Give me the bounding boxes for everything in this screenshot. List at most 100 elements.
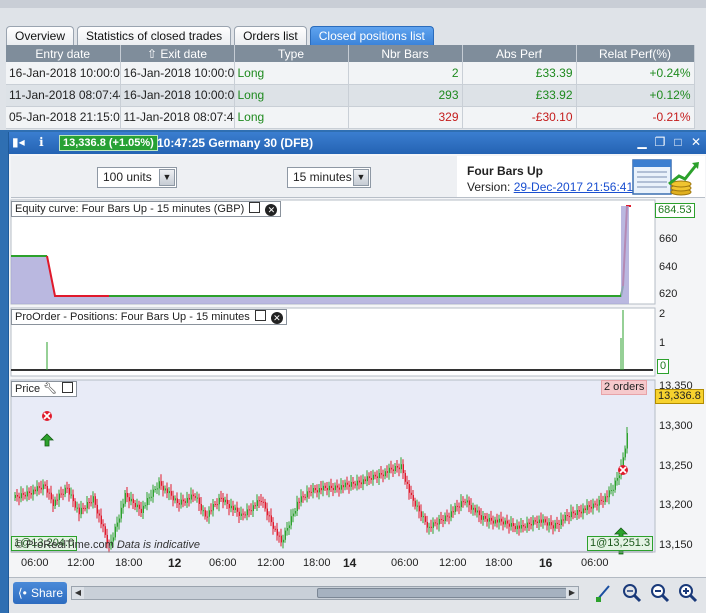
watermark: © ProRealTime.com Data is indicative	[15, 539, 200, 551]
scroll-right-icon[interactable]: ▶	[566, 587, 578, 599]
col-entry-date[interactable]: Entry date	[6, 45, 121, 62]
candle-body	[54, 499, 56, 506]
candle-body	[602, 500, 604, 502]
zoom-fit-icon[interactable]	[621, 582, 643, 604]
candle-body	[434, 522, 436, 524]
candle-body	[76, 507, 78, 509]
draw-tool-icon[interactable]	[593, 582, 615, 604]
equity-tick: 660	[659, 233, 678, 245]
close-panel-icon[interactable]: ✕	[270, 312, 283, 324]
candle-body	[22, 493, 24, 495]
scroll-thumb[interactable]	[317, 588, 567, 598]
candle-body	[160, 481, 162, 486]
candle-body	[152, 489, 154, 497]
candle-body	[438, 518, 440, 525]
col-exit-date[interactable]: ⇧ Exit date	[120, 45, 235, 62]
candle-body	[442, 520, 444, 522]
candle-body	[166, 488, 168, 494]
candle-body	[568, 516, 570, 518]
candle-body	[248, 509, 250, 511]
candle-body	[218, 497, 220, 505]
candle-body	[122, 503, 124, 508]
wrench-icon[interactable]: 🔧︎	[43, 383, 57, 395]
candle-body	[136, 504, 138, 508]
equity-tick: 620	[659, 288, 678, 300]
window-icon[interactable]	[249, 202, 261, 213]
chevron-down-icon: ▼	[353, 169, 369, 186]
close-icon[interactable]: ✕	[689, 135, 703, 149]
version-link[interactable]: 29-Dec-2017 21:56:41	[514, 180, 633, 194]
candle-body	[56, 499, 58, 501]
candle-body	[270, 515, 272, 523]
orders-tag[interactable]: 2 orders	[601, 380, 648, 395]
cell-abs-perf: -£30.10	[462, 106, 577, 129]
candle-body	[258, 500, 260, 502]
candle-body	[596, 504, 598, 506]
col-relat-perf[interactable]: Relat Perf(%)	[576, 45, 695, 62]
candle-body	[62, 493, 64, 495]
candle-body	[338, 487, 340, 490]
table-row[interactable]: 05-Jan-2018 21:15:01 11-Jan-2018 08:07:4…	[6, 106, 695, 129]
candle-body	[484, 516, 486, 519]
candle-body	[276, 528, 278, 536]
col-type[interactable]: Type	[234, 45, 349, 62]
info-icon[interactable]: ℹ	[39, 135, 44, 149]
positions-panel-label: ProOrder - Positions: Four Bars Up - 15 …	[11, 309, 287, 325]
x-tick: 18:00	[303, 557, 331, 569]
candle-body	[550, 522, 552, 526]
candle-body	[198, 497, 200, 504]
zoom-out-icon[interactable]	[649, 582, 671, 604]
col-nbr-bars[interactable]: Nbr Bars	[348, 45, 463, 62]
chart-titlebar[interactable]: ▮◂ ℹ 13,336.8 (+1.05%) 10:47:25 Germany …	[9, 132, 706, 154]
candle-body	[286, 528, 288, 531]
scroll-left-icon[interactable]: ◀	[72, 587, 84, 599]
share-button[interactable]: ⟨• Share	[13, 582, 67, 604]
window-icon[interactable]	[62, 382, 74, 393]
candle-body	[476, 510, 478, 513]
tab-overview[interactable]: Overview	[6, 26, 75, 46]
candle-body	[452, 511, 454, 513]
cell-relat-perf: +0.12%	[576, 84, 695, 107]
restore-icon[interactable]: ❐	[653, 135, 667, 149]
candle-body	[144, 505, 146, 507]
interval-select[interactable]: 15 minutes ▼	[287, 167, 371, 188]
sort-arrow-up-icon: ⇧	[146, 46, 161, 61]
candle-body	[96, 504, 98, 514]
candle-body	[598, 499, 600, 506]
window-icon[interactable]	[254, 310, 266, 321]
instrument-link-icon[interactable]: ▮◂	[12, 135, 25, 149]
equity-current-value: 684.53	[655, 203, 695, 218]
maximize-icon[interactable]: □	[671, 135, 685, 149]
table-row[interactable]: 16-Jan-2018 10:00:00 16-Jan-2018 10:00:0…	[6, 62, 695, 85]
candle-body	[162, 485, 164, 491]
strategy-name: Four Bars Up	[467, 164, 544, 178]
cell-abs-perf: £33.39	[462, 62, 577, 85]
zoom-in-icon[interactable]	[677, 582, 699, 604]
tab-orders-list[interactable]: Orders list	[234, 26, 307, 46]
order-tag-right[interactable]: 1@13,251.3	[587, 536, 654, 551]
chart-scrollbar[interactable]: ◀ ▶	[71, 586, 579, 600]
tab-closed-positions[interactable]: Closed positions list	[309, 26, 434, 46]
candle-body	[342, 485, 344, 488]
candle-body	[542, 519, 544, 523]
col-abs-perf[interactable]: Abs Perf	[462, 45, 577, 62]
candle-body	[78, 507, 80, 515]
price-panel-title: Price	[15, 383, 41, 395]
units-select[interactable]: 100 units ▼	[97, 167, 177, 188]
candle-body	[262, 501, 264, 503]
candle-body	[610, 490, 612, 492]
candle-body	[384, 471, 386, 477]
close-panel-icon[interactable]: ✕	[265, 204, 278, 216]
candle-body	[514, 526, 516, 530]
minimize-icon[interactable]: ▁	[635, 135, 649, 149]
candle-body	[182, 499, 184, 502]
table-row[interactable]: 11-Jan-2018 08:07:44 16-Jan-2018 10:00:0…	[6, 84, 695, 107]
tab-statistics[interactable]: Statistics of closed trades	[77, 26, 232, 46]
candle-body	[280, 535, 282, 543]
backtest-report-icon[interactable]	[629, 158, 701, 198]
candle-body	[176, 498, 178, 503]
candle-body	[310, 491, 312, 493]
x-tick: 12:00	[67, 557, 95, 569]
cell-type: Long	[234, 62, 349, 85]
equity-area-final	[621, 206, 629, 304]
